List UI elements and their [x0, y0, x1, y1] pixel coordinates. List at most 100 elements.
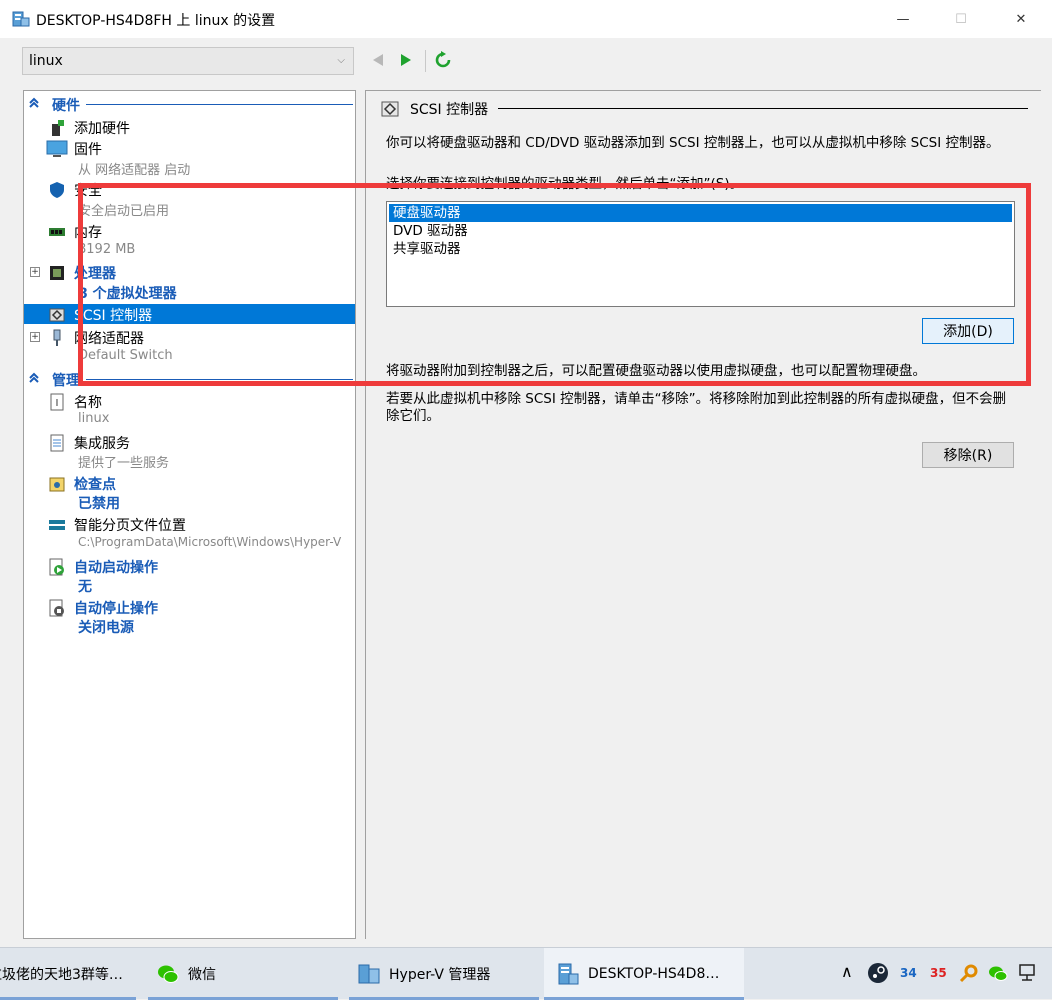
taskbar: 垃圾佬的天地3群等… 微信 Hyper-V 管理器 DESKTOP-HS4D8……	[0, 947, 1052, 1000]
name-icon: I	[50, 393, 64, 411]
network-adapter-icon	[53, 329, 61, 346]
auto-stop-icon	[49, 599, 64, 617]
tree-item-name[interactable]: I 名称	[24, 391, 355, 411]
tree-label: 集成服务	[74, 436, 130, 452]
tree-label: 网络适配器	[74, 331, 144, 347]
tree-sub-checkpoints: 已禁用	[78, 496, 120, 511]
back-button[interactable]	[368, 50, 388, 70]
taskbar-item-wechat[interactable]: 微信	[148, 948, 338, 1000]
scsi-controller-icon	[381, 101, 399, 117]
taskbar-label: DESKTOP-HS4D8…	[588, 966, 720, 982]
tree-sub-firmware: 从 网络适配器 启动	[78, 163, 191, 177]
vm-selector-value: linux	[29, 53, 63, 69]
tree-sub-network: Default Switch	[78, 348, 173, 363]
tree-sub-integration: 提供了一些服务	[78, 456, 170, 470]
forward-button[interactable]	[396, 50, 416, 70]
taskbar-label: Hyper-V 管理器	[389, 967, 491, 983]
tree-item-firmware[interactable]: 固件	[24, 138, 355, 158]
tree-sub-name: linux	[78, 411, 110, 426]
section-header: SCSI 控制器	[380, 99, 488, 119]
tree-item-checkpoints[interactable]: 检查点	[24, 473, 355, 493]
checkpoint-icon	[49, 477, 65, 492]
maximize-button[interactable]: ☐	[938, 0, 984, 38]
tree-item-auto-stop[interactable]: 自动停止操作	[24, 597, 355, 617]
add-hardware-icon	[52, 120, 64, 136]
auto-start-icon	[49, 558, 64, 576]
management-category-header[interactable]: 管理	[24, 369, 355, 389]
taskbar-item-vm-settings[interactable]: DESKTOP-HS4D8…	[544, 948, 744, 1000]
expand-icon[interactable]: +	[30, 267, 40, 277]
arrow-right-icon	[401, 54, 411, 66]
tray-badge-b[interactable]: 35	[930, 966, 947, 980]
header-rule	[86, 104, 353, 105]
header-rule	[86, 379, 353, 380]
title-bar: DESKTOP-HS4D8FH 上 linux 的设置 — ☐ ✕	[0, 0, 1052, 38]
tree-item-network-adapter[interactable]: + 网络适配器	[24, 327, 355, 347]
tree-sub-processor: 8 个虚拟处理器	[78, 286, 177, 301]
expand-icon[interactable]: +	[30, 332, 40, 342]
tree-label: 内存	[74, 225, 102, 241]
tree-sub-paging: C:\ProgramData\Microsoft\Windows\Hyper-V	[78, 535, 342, 549]
scsi-controller-icon	[49, 308, 65, 322]
tree-item-smart-paging[interactable]: 智能分页文件位置	[24, 514, 355, 534]
section-title: SCSI 控制器	[410, 102, 489, 118]
tree-sub-memory: 8192 MB	[78, 242, 136, 257]
tree-item-scsi-controller[interactable]: SCSI 控制器	[24, 304, 355, 324]
remove-info-text: 若要从此虚拟机中移除 SCSI 控制器，请单击“移除”。将移除附加到此控制器的所…	[386, 391, 1007, 424]
tree-item-processor[interactable]: + 处理器	[24, 262, 355, 282]
network-icon[interactable]	[1018, 963, 1040, 983]
hardware-category-header[interactable]: 硬件	[24, 94, 355, 114]
collapse-up-icon	[29, 97, 39, 108]
window-title: DESKTOP-HS4D8FH 上 linux 的设置	[36, 13, 276, 29]
search-magnifier-icon[interactable]	[959, 963, 979, 983]
svg-text:I: I	[56, 398, 59, 409]
processor-icon	[50, 266, 64, 280]
tree-item-add-hardware[interactable]: 添加硬件	[24, 117, 355, 137]
tree-label: 自动停止操作	[74, 601, 158, 617]
monitor-icon	[46, 140, 68, 157]
tree-label: 智能分页文件位置	[74, 518, 186, 534]
tree-sub-autostop: 关闭电源	[78, 620, 134, 635]
taskbar-label: 微信	[188, 967, 216, 983]
tree-label: 名称	[74, 395, 102, 411]
section-rule	[498, 108, 1028, 109]
paging-file-icon	[49, 520, 65, 530]
settings-tree: 硬件 添加硬件 固件 从 网络适配器 启动 安全 安全启动已启用 内存 8192…	[23, 90, 356, 939]
add-button[interactable]: 添加(D)	[922, 318, 1014, 344]
refresh-button[interactable]	[433, 50, 453, 70]
tree-item-integration-services[interactable]: 集成服务	[24, 432, 355, 452]
tree-item-auto-start[interactable]: 自动启动操作	[24, 556, 355, 576]
integration-services-icon	[50, 434, 64, 452]
collapse-up-icon	[29, 372, 39, 383]
remove-button[interactable]: 移除(R)	[922, 442, 1014, 468]
drive-type-option[interactable]: 共享驱动器	[389, 240, 1012, 258]
tray-expand-chevron-icon[interactable]: ∧	[841, 962, 853, 981]
taskbar-item-qq-group[interactable]: 垃圾佬的天地3群等…	[0, 948, 136, 1000]
drive-type-option[interactable]: DVD 驱动器	[389, 222, 1012, 240]
drive-type-option[interactable]: 硬盘驱动器	[389, 204, 1012, 222]
shield-icon	[50, 182, 64, 198]
refresh-icon	[435, 51, 451, 68]
wechat-icon	[158, 965, 179, 983]
arrow-left-icon	[373, 54, 383, 66]
chevron-down-icon: ⌵	[337, 55, 345, 66]
choose-drive-prompt: 选择你要连接到控制器的驱动器类型，然后单击“添加”(S)。	[386, 176, 744, 192]
tree-label: 处理器	[74, 266, 116, 282]
tree-label: SCSI 控制器	[74, 308, 153, 324]
taskbar-item-hyperv-manager[interactable]: Hyper-V 管理器	[349, 948, 539, 1000]
tree-label: 检查点	[74, 477, 116, 493]
scsi-controller-panel: SCSI 控制器 你可以将硬盘驱动器和 CD/DVD 驱动器添加到 SCSI 控…	[365, 90, 1041, 939]
drive-type-listbox[interactable]: 硬盘驱动器 DVD 驱动器 共享驱动器	[386, 201, 1015, 307]
wechat-tray-icon[interactable]	[988, 963, 1008, 983]
toolbar-divider	[425, 50, 426, 72]
tree-item-memory[interactable]: 内存	[24, 221, 355, 241]
tray-badge-a[interactable]: 34	[900, 966, 917, 980]
tree-sub-security: 安全启动已启用	[78, 204, 170, 218]
tree-label: 固件	[74, 142, 102, 158]
memory-icon	[49, 228, 65, 236]
close-button[interactable]: ✕	[998, 0, 1044, 38]
minimize-button[interactable]: —	[880, 0, 926, 38]
vm-selector-dropdown[interactable]: linux ⌵	[22, 47, 354, 75]
steam-icon[interactable]	[867, 962, 889, 984]
tree-item-security[interactable]: 安全	[24, 179, 355, 199]
